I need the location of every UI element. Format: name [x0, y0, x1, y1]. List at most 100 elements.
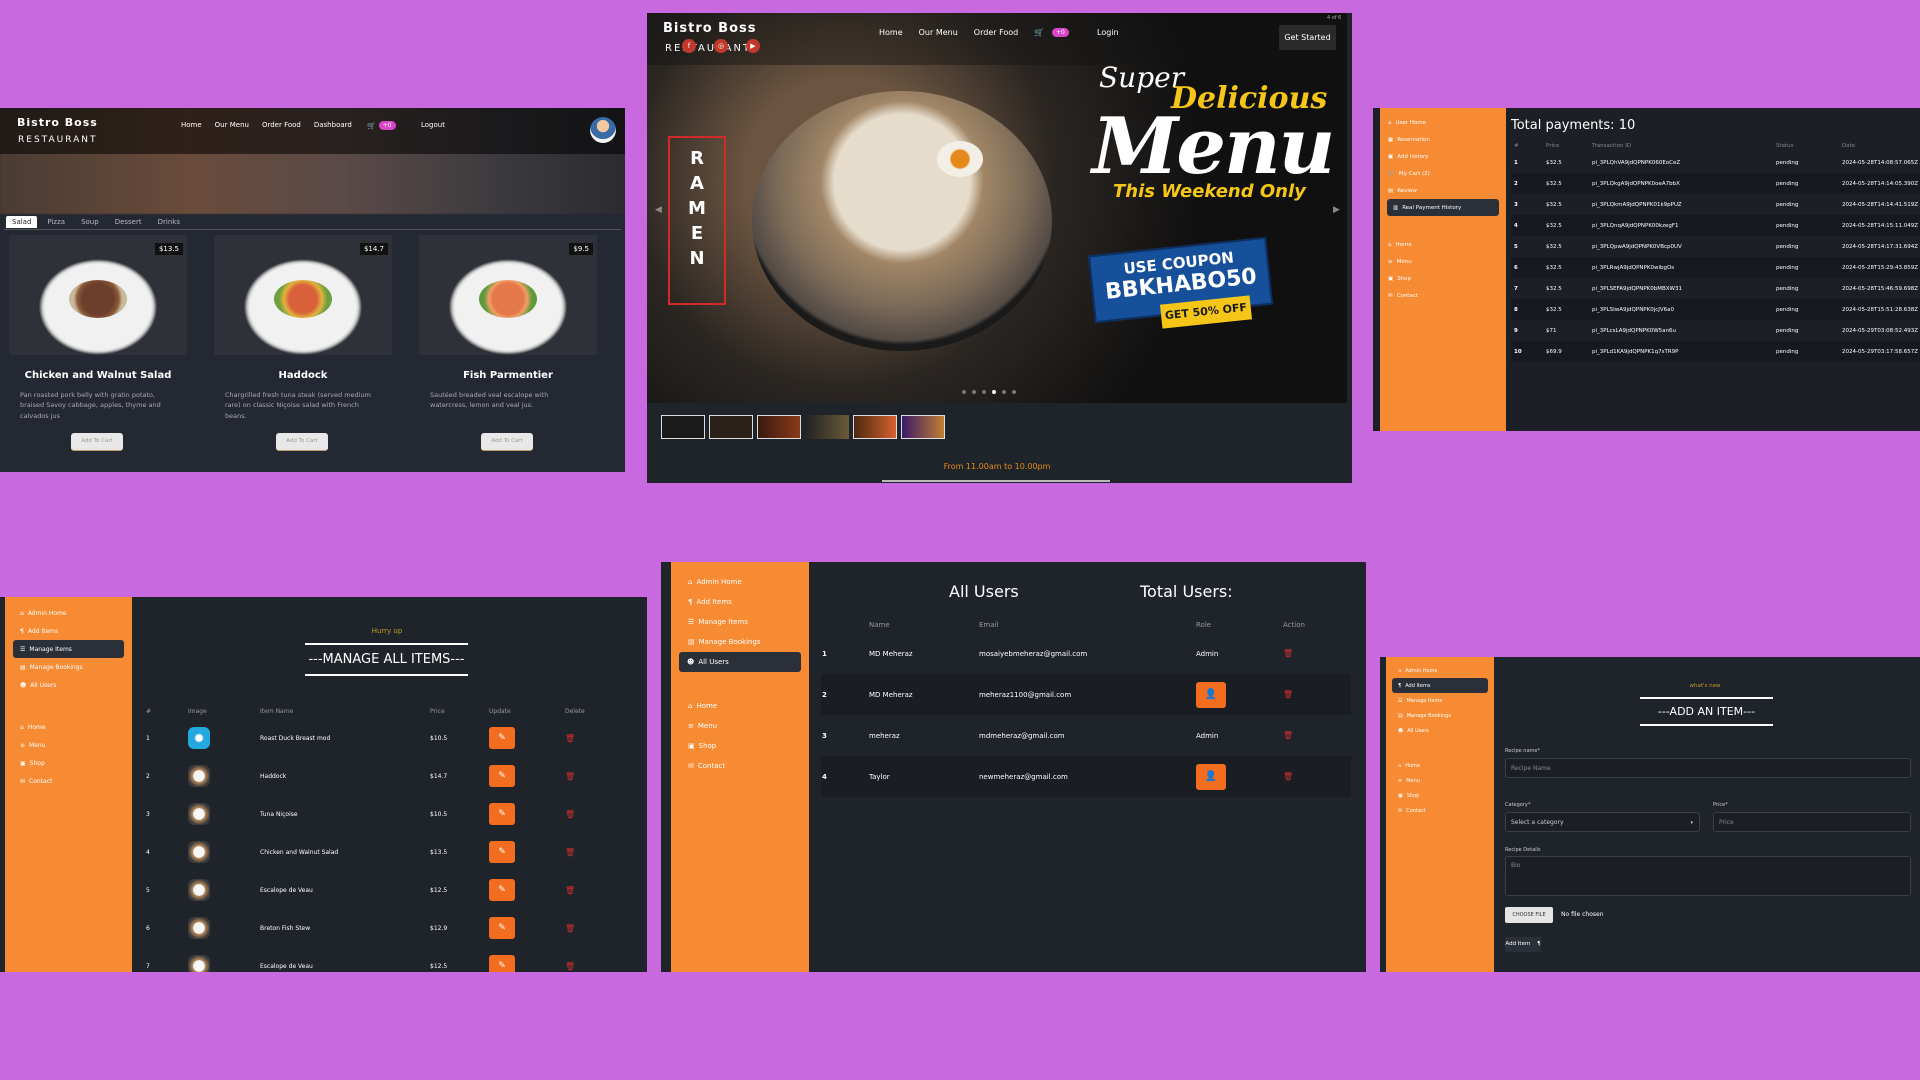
tab-pizza[interactable]: Pizza: [41, 216, 71, 228]
sidebar-item-home[interactable]: ⌂ Home: [1380, 236, 1506, 253]
sidebar-item-reservation[interactable]: ▦ Reservation: [1380, 131, 1506, 148]
sidebar-item-menu[interactable]: ≡ Menu: [5, 736, 132, 754]
make-admin-button[interactable]: 👤: [1196, 681, 1226, 708]
sidebar-item-add-history[interactable]: ▣ Add history: [1380, 148, 1506, 165]
trash-icon[interactable]: 🗑: [1283, 731, 1293, 740]
sidebar-item-admin-home[interactable]: ⌂ Admin Home: [671, 572, 809, 592]
brand-logo[interactable]: Bistro Boss: [17, 116, 98, 129]
cart-button[interactable]: 🛒 +0: [367, 121, 396, 130]
sidebar-item-shop[interactable]: ▣ Shop: [5, 754, 132, 772]
logout-link[interactable]: Logout: [421, 121, 445, 129]
sidebar-item-manage-bookings[interactable]: ▤ Manage Bookings: [5, 658, 132, 676]
facebook-icon[interactable]: f: [682, 39, 696, 53]
sidebar-item-home[interactable]: ⌂ Home: [1386, 758, 1494, 773]
sidebar-item-contact[interactable]: ✉ Contact: [1386, 803, 1494, 818]
sidebar-item-add-items[interactable]: ¶ Add Items: [1392, 678, 1488, 693]
sidebar-item-manage-bookings[interactable]: ▤ Manage Bookings: [671, 632, 809, 652]
sidebar-item-review[interactable]: ▤ Review: [1380, 182, 1506, 199]
carousel-prev-icon[interactable]: ◀: [655, 205, 662, 215]
sidebar-item-my-cart[interactable]: 🛒 My Cart (2): [1380, 165, 1506, 182]
sidebar-item-all-users[interactable]: ☻ All Users: [679, 652, 801, 672]
sidebar-item-add-items[interactable]: ¶ Add Items: [5, 622, 132, 640]
thumbnail[interactable]: [709, 415, 753, 439]
trash-icon[interactable]: 🗑: [565, 962, 575, 971]
recipe-name-input[interactable]: Recipe Name: [1505, 758, 1911, 778]
get-started-button[interactable]: Get Started: [1279, 25, 1336, 50]
trash-icon[interactable]: 🗑: [565, 772, 575, 781]
nav-dashboard[interactable]: Dashboard: [314, 121, 352, 129]
sidebar-item-payment-history[interactable]: ▥ Real Payment History: [1387, 199, 1499, 216]
sidebar-item-manage-items[interactable]: ☰ Manage Items: [671, 612, 809, 632]
thumbnail[interactable]: [661, 415, 705, 439]
carousel-dot[interactable]: [972, 390, 976, 394]
edit-button[interactable]: ✎: [489, 917, 515, 939]
sidebar-item-contact[interactable]: ✉ Contact: [5, 772, 132, 790]
sidebar-item-shop[interactable]: ▣ Shop: [1386, 788, 1494, 803]
login-link[interactable]: Login: [1097, 28, 1119, 37]
tab-soup[interactable]: Soup: [75, 216, 105, 228]
nav-our-menu[interactable]: Our Menu: [919, 28, 958, 37]
sidebar-item-contact[interactable]: ✉ Contact: [1380, 287, 1506, 304]
avatar[interactable]: [590, 117, 616, 143]
add-item-button[interactable]: Add Item ¶: [1505, 937, 1541, 952]
tab-salad[interactable]: Salad: [6, 216, 38, 228]
nav-our-menu[interactable]: Our Menu: [215, 121, 249, 129]
trash-icon[interactable]: 🗑: [1283, 690, 1293, 699]
brand-logo[interactable]: Bistro Boss: [663, 21, 757, 36]
thumbnail[interactable]: [853, 415, 897, 439]
sidebar-item-admin-home[interactable]: ⌂ Admin Home: [5, 604, 132, 622]
edit-button[interactable]: ✎: [489, 879, 515, 901]
sidebar-item-all-users[interactable]: ☻ All Users: [1386, 723, 1494, 738]
recipe-details-textarea[interactable]: Bio: [1505, 856, 1911, 896]
add-to-cart-button[interactable]: Add To Cart: [481, 433, 533, 451]
youtube-icon[interactable]: ▶: [746, 39, 760, 53]
carousel-next-icon[interactable]: ▶: [1333, 205, 1340, 215]
thumbnail[interactable]: [757, 415, 801, 439]
sidebar-item-all-users[interactable]: ☻ All Users: [5, 676, 132, 694]
instagram-icon[interactable]: ◎: [714, 39, 728, 53]
sidebar-item-add-items[interactable]: ¶ Add Items: [671, 592, 809, 612]
carousel-dot[interactable]: [1002, 390, 1006, 394]
add-to-cart-button[interactable]: Add To Cart: [276, 433, 328, 451]
trash-icon[interactable]: 🗑: [565, 734, 575, 743]
trash-icon[interactable]: 🗑: [1283, 772, 1293, 781]
tab-dessert[interactable]: Dessert: [109, 216, 148, 228]
carousel-dot[interactable]: [982, 390, 986, 394]
category-select[interactable]: Select a category ▾: [1505, 812, 1700, 832]
nav-order-food[interactable]: Order Food: [974, 28, 1018, 37]
trash-icon[interactable]: 🗑: [565, 886, 575, 895]
nav-home[interactable]: Home: [181, 121, 202, 129]
add-to-cart-button[interactable]: Add To Cart: [71, 433, 123, 451]
nav-order-food[interactable]: Order Food: [262, 121, 301, 129]
sidebar-item-home[interactable]: ⌂ Home: [671, 696, 809, 716]
trash-icon[interactable]: 🗑: [565, 924, 575, 933]
sidebar-item-user-home[interactable]: ⌂ User Home: [1380, 114, 1506, 131]
sidebar-item-menu[interactable]: ≡ Menu: [671, 716, 809, 736]
sidebar-item-shop[interactable]: ▣ Shop: [671, 736, 809, 756]
sidebar-item-contact[interactable]: ✉ Contact: [671, 756, 809, 776]
sidebar-item-manage-bookings[interactable]: ▤ Manage Bookings: [1386, 708, 1494, 723]
sidebar-item-menu[interactable]: ≡ Menu: [1386, 773, 1494, 788]
nav-home[interactable]: Home: [879, 28, 903, 37]
sidebar-item-admin-home[interactable]: ⌂ Admin Home: [1386, 663, 1494, 678]
trash-icon[interactable]: 🗑: [1283, 649, 1293, 658]
thumbnail[interactable]: [805, 415, 849, 439]
carousel-dot[interactable]: [1012, 390, 1016, 394]
choose-file-button[interactable]: CHOOSE FILE: [1505, 907, 1553, 923]
thumbnail[interactable]: [901, 415, 945, 439]
edit-button[interactable]: ✎: [489, 727, 515, 749]
carousel-dot[interactable]: [992, 390, 996, 394]
trash-icon[interactable]: 🗑: [565, 848, 575, 857]
sidebar-item-manage-items[interactable]: ☰ Manage Items: [1386, 693, 1494, 708]
cart-button[interactable]: 🛒 +0: [1034, 28, 1069, 37]
edit-button[interactable]: ✎: [489, 765, 515, 787]
edit-button[interactable]: ✎: [489, 841, 515, 863]
edit-button[interactable]: ✎: [489, 803, 515, 825]
sidebar-item-home[interactable]: ⌂ Home: [5, 718, 132, 736]
sidebar-item-shop[interactable]: ▣ Shop: [1380, 270, 1506, 287]
price-input[interactable]: Price: [1713, 812, 1911, 832]
edit-button[interactable]: ✎: [489, 955, 515, 972]
make-admin-button[interactable]: 👤: [1196, 763, 1226, 790]
sidebar-item-manage-items[interactable]: ☰ Manage Items: [13, 640, 124, 658]
trash-icon[interactable]: 🗑: [565, 810, 575, 819]
